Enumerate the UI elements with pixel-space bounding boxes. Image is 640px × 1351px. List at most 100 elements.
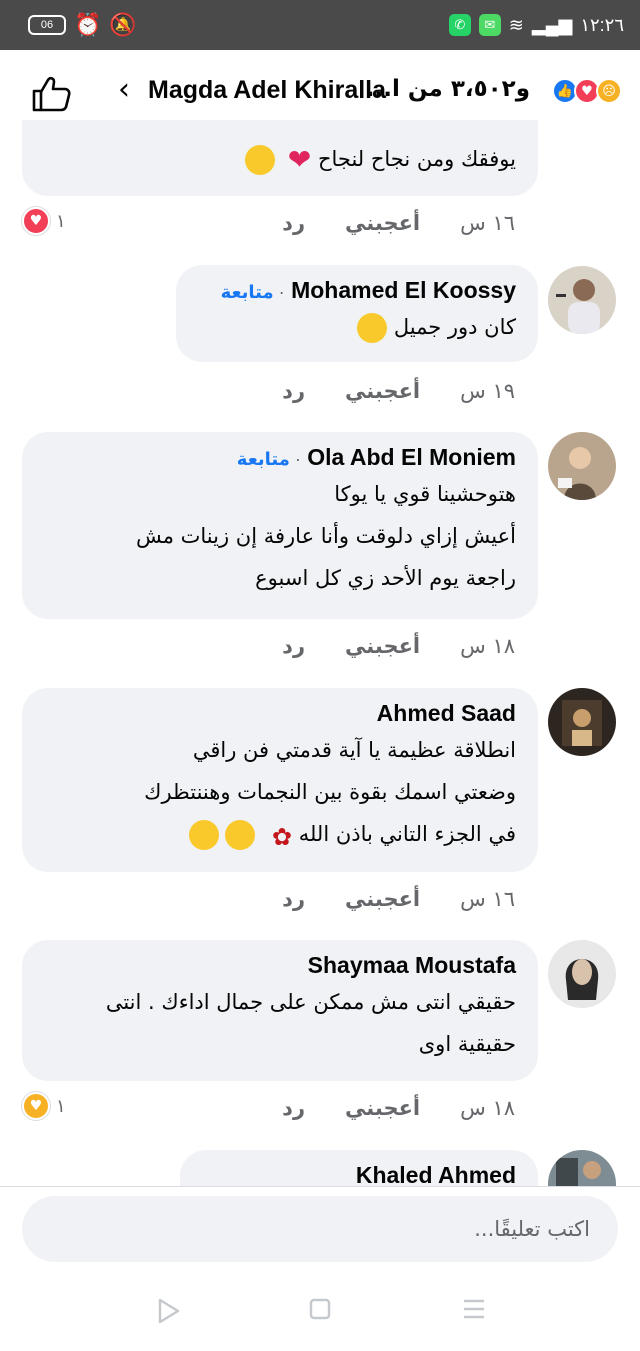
- like-link[interactable]: أعجبني: [345, 379, 420, 403]
- avatar-image: [548, 432, 616, 500]
- whatsapp-icon: ✆: [448, 14, 471, 36]
- comment-author-line: Mohamed El Koossy · متابعة: [198, 277, 516, 304]
- comment-author[interactable]: Shaymaa Moustafa: [308, 952, 516, 978]
- avatar[interactable]: [548, 266, 616, 334]
- comment-actions: ١٦ س أعجبني رد: [282, 887, 515, 911]
- love-reaction-icon: ♥: [22, 207, 50, 235]
- comment-text-line: في الجزء التاني باذن الله: [298, 822, 516, 846]
- care-reaction-icon: ♥: [22, 1092, 50, 1120]
- clap-emoji-icon: [188, 820, 219, 850]
- separator-dot: ·: [273, 282, 285, 302]
- avatar-image: [548, 266, 616, 334]
- comment-text-line: حقيقي انتى مش ممكن على جمال اداءك . انتى: [105, 990, 516, 1014]
- comment-reactions[interactable]: ♥ ١: [22, 207, 66, 235]
- comment-text: كان دور جميل: [198, 310, 516, 344]
- reaction-count: ١: [56, 1095, 66, 1117]
- system-nav-bar: [0, 1270, 640, 1351]
- notification-app-icon: ✉: [478, 14, 501, 36]
- reply-link[interactable]: رد: [282, 379, 305, 403]
- composer-divider: [0, 1186, 640, 1187]
- mute-icon: 🔕: [109, 12, 137, 38]
- battery-icon: 06: [28, 15, 66, 35]
- follow-button[interactable]: متابعة: [221, 282, 274, 303]
- comment-time: ١٨ س: [460, 1096, 515, 1120]
- back-icon[interactable]: [158, 1298, 180, 1324]
- post-author-title[interactable]: Magda Adel Khiralla: [148, 76, 386, 105]
- kiss-emoji-icon: [244, 145, 275, 175]
- comment-time: ١٦ س: [460, 887, 515, 911]
- comment-author[interactable]: Ola Abd El Moniem: [307, 444, 516, 470]
- like-link[interactable]: أعجبني: [345, 1096, 420, 1120]
- comment-input-placeholder: اكتب تعليقًا...: [474, 1217, 590, 1241]
- comment-bubble: Ola Abd El Moniem · متابعة هتوحشينا قوي …: [22, 432, 538, 619]
- signal-icon: ▂▄▆: [531, 14, 573, 35]
- separator-dot: ·: [289, 449, 301, 469]
- comment-text-line: راجعة يوم الأحد زي كل اسبوع: [255, 566, 516, 590]
- reply-link[interactable]: رد: [282, 634, 305, 658]
- reaction-summary[interactable]: ☹ ♥ 👍: [552, 78, 622, 104]
- clock-text: ١٢:٢٦: [580, 14, 624, 35]
- comment-author[interactable]: Mohamed El Koossy: [291, 277, 516, 303]
- comment-text-line: يوفقك ومن نجاح لنجاح: [317, 147, 516, 171]
- comment-actions: ١٨ س أعجبني رد: [282, 1096, 515, 1120]
- avatar-image: [548, 940, 616, 1008]
- follow-button[interactable]: متابعة: [237, 449, 290, 470]
- battery-level: 06: [40, 19, 54, 31]
- comment-author-line: Khaled Ahmed: [202, 1162, 516, 1186]
- comment-text-line: حقيقية اوى: [418, 1032, 516, 1056]
- comment-author[interactable]: Ahmed Saad: [377, 700, 516, 726]
- clap-emoji-icon: [225, 820, 256, 850]
- comment-input[interactable]: اكتب تعليقًا...: [22, 1196, 618, 1262]
- sad-reaction-icon: ☹: [596, 78, 622, 104]
- home-icon[interactable]: [309, 1298, 331, 1320]
- comment-bubble: Shaymaa Moustafa حقيقي انتى مش ممكن على …: [22, 940, 538, 1081]
- thumbs-up-icon: [32, 76, 71, 112]
- avatar-image: [548, 688, 616, 756]
- like-link[interactable]: أعجبني: [345, 634, 420, 658]
- recents-icon[interactable]: [462, 1298, 486, 1320]
- comment-reactions[interactable]: ♥ ١: [22, 1092, 66, 1120]
- like-post-button[interactable]: [30, 74, 74, 114]
- avatar[interactable]: [548, 688, 616, 756]
- comment-text-line: كان دور جميل: [393, 315, 516, 339]
- reaction-count-text[interactable]: و٣،٥٠٢ من ا...: [366, 76, 530, 102]
- reaction-count: ١: [56, 210, 66, 232]
- rose-emoji-icon: ✿: [271, 823, 293, 851]
- avatar-image: [548, 1150, 616, 1186]
- avatar[interactable]: [548, 940, 616, 1008]
- reply-link[interactable]: رد: [282, 887, 305, 911]
- comment-text: حقيقي انتى مش ممكن على جمال اداءك . انتى…: [44, 985, 516, 1061]
- comment-bubble: Ahmed Saad انطلاقة عظيمة يا آية قدمتي فن…: [22, 688, 538, 872]
- comment-text: هتوحشينا قوي يا يوكا أعيش إزاي دلوقت وأن…: [44, 477, 516, 595]
- status-bar: 06 ⏰ 🔕 ✆ ✉ ≋ ▂▄▆ ١٢:٢٦: [0, 0, 640, 50]
- heart-emoji-icon: ❤: [287, 143, 312, 176]
- comment-time: ١٦ س: [460, 211, 515, 235]
- comment-text-last: في الجزء التاني باذن الله ✿: [44, 817, 516, 851]
- comment-actions: ١٩ س أعجبني رد: [282, 379, 515, 403]
- comment-author-line: Ola Abd El Moniem · متابعة: [44, 444, 516, 471]
- wifi-icon: ≋: [508, 14, 524, 35]
- like-link[interactable]: أعجبني: [345, 211, 420, 235]
- avatar[interactable]: [548, 432, 616, 500]
- avatar[interactable]: [548, 1150, 616, 1186]
- comment-text-line: أعيش إزاي دلوقت وأنا عارفة إن زينات مش: [135, 524, 516, 548]
- comment-text-line: هتوحشينا قوي يا يوكا: [334, 482, 516, 506]
- status-right: ✆ ✉ ≋ ▂▄▆ ١٢:٢٦: [448, 0, 624, 50]
- comment-author-line: Ahmed Saad: [44, 700, 516, 727]
- comment-time: ١٩ س: [460, 379, 515, 403]
- comment-bubble: يوفقك ومن نجاح لنجاح ❤: [22, 120, 538, 196]
- comment-text-line: وضعتي اسمك بقوة بين النجمات وهننتظرك: [144, 780, 516, 804]
- reply-link[interactable]: رد: [282, 211, 305, 235]
- comment-time: ١٨ س: [460, 634, 515, 658]
- comment-actions: ١٨ س أعجبني رد: [282, 634, 515, 658]
- alarm-icon: ⏰: [74, 12, 102, 38]
- comment-text: انطلاقة عظيمة يا آية قدمتي فن راقي وضعتي…: [44, 733, 516, 851]
- comment-bubble: Mohamed El Koossy · متابعة كان دور جميل: [176, 265, 538, 362]
- status-left: 06 ⏰ 🔕: [28, 0, 137, 50]
- comment-author[interactable]: Khaled Ahmed: [356, 1162, 516, 1186]
- back-chevron-icon[interactable]: ‹: [118, 72, 130, 107]
- comment-text-line: انطلاقة عظيمة يا آية قدمتي فن راقي: [192, 738, 516, 762]
- like-link[interactable]: أعجبني: [345, 887, 420, 911]
- reply-link[interactable]: رد: [282, 1096, 305, 1120]
- comment-bubble: Khaled Ahmed: [180, 1150, 538, 1186]
